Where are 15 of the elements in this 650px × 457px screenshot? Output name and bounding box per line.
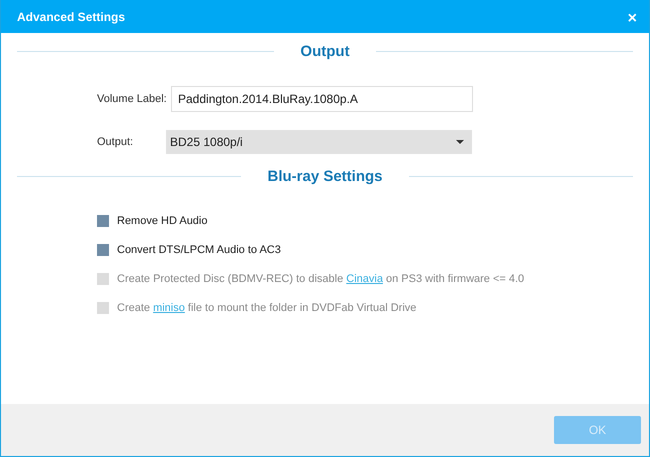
option-label: Create Protected Disc (BDMV-REC) to disable Cinavia on PS3 with firmware <= 4.0 xyxy=(117,272,524,287)
option-label: Convert DTS/LPCM Audio to AC3 xyxy=(117,243,281,258)
close-button[interactable]: × xyxy=(628,10,637,28)
window-title: Advanced Settings xyxy=(17,10,126,24)
checkbox[interactable] xyxy=(97,244,109,256)
section-heading: Blu-ray Settings xyxy=(267,168,383,185)
field-label: Output: xyxy=(97,136,134,148)
option-label: Remove HD Audio xyxy=(117,214,208,229)
volume-label-field[interactable]: Paddington.2014.BluRay.1080p.A xyxy=(171,86,473,112)
section-heading: Output xyxy=(300,43,350,60)
field-label: Volume Label: xyxy=(97,93,168,105)
output-dropdown[interactable]: BD25 1080p/i xyxy=(166,130,472,154)
checkbox[interactable] xyxy=(97,215,109,227)
caret-icon xyxy=(456,140,464,144)
option-label: Create miniso file to mount the folder in DVDFab Virtual Drive xyxy=(117,301,416,316)
